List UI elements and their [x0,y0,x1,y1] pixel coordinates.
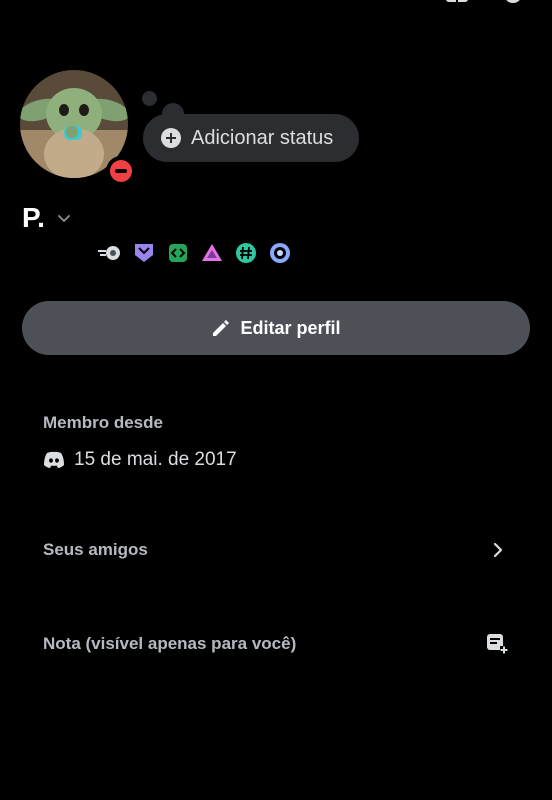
edit-profile-label: Editar perfil [240,317,341,338]
thought-bubble-dot-small [142,91,157,106]
add-status-button[interactable]: Adicionar status [143,114,359,162]
note-label: Nota (visível apenas para você) [43,634,297,653]
settings-gear-icon[interactable] [502,0,524,6]
member-since-row: 15 de mai. de 2017 [43,449,237,471]
hypesquad-badge-icon[interactable] [132,241,156,265]
edit-profile-button[interactable]: Editar perfil [22,301,530,355]
speed-badge-icon[interactable] [98,241,122,265]
active-developer-badge-icon[interactable] [166,241,190,265]
pencil-icon [213,320,230,336]
member-since-heading: Membro desde [43,413,163,432]
boost-badge-icon[interactable] [268,241,292,265]
add-status-label: Adicionar status [191,126,334,149]
avatar[interactable] [18,70,136,186]
discord-logo-icon [44,451,64,468]
gift-icon[interactable] [446,0,468,6]
badge-list [98,241,292,265]
display-name: P. [22,202,45,233]
add-circle-icon [161,128,181,148]
chevron-down-icon [57,215,70,222]
note-row[interactable]: Nota (visível apenas para você) [43,633,508,655]
presence-dnd-indicator [106,156,136,186]
nitro-triangle-badge-icon[interactable] [200,241,224,265]
chevron-right-icon [493,542,503,558]
hashtag-badge-icon[interactable] [234,241,258,265]
member-since-date: 15 de mai. de 2017 [74,449,237,470]
top-toolbar [446,0,524,6]
display-name-row[interactable]: P. [22,202,71,234]
friends-row[interactable]: Seus amigos [43,540,504,560]
add-note-icon[interactable] [486,633,508,655]
friends-label: Seus amigos [43,540,148,559]
